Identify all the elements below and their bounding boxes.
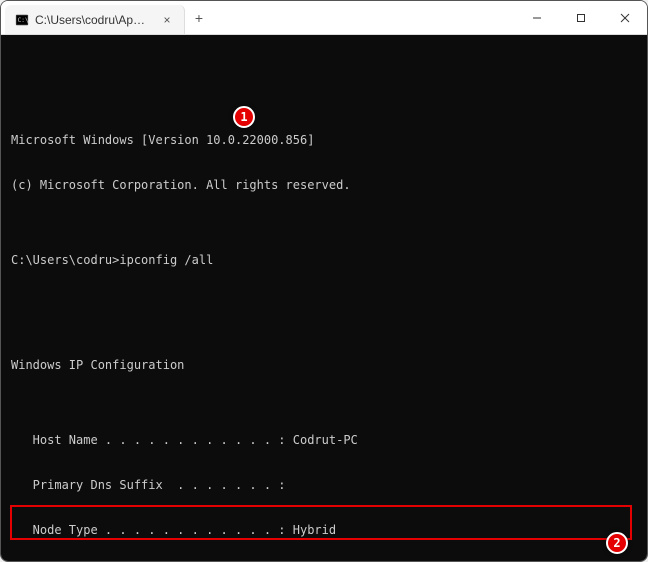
maximize-button[interactable] [559, 1, 603, 34]
tab-close-button[interactable]: × [160, 13, 174, 27]
term-prompt-line: C:\Users\codru>ipconfig /all [11, 253, 637, 268]
tab-title: C:\Users\codru\AppData\Roa [35, 13, 150, 27]
close-button[interactable] [603, 1, 647, 34]
titlebar-drag-area[interactable] [213, 1, 515, 34]
term-line: Primary Dns Suffix . . . . . . . : [11, 478, 637, 493]
annotation-callout-2: 2 [606, 532, 628, 554]
terminal-window: C:\ C:\Users\codru\AppData\Roa × + 1 2 M… [0, 0, 648, 562]
term-line: Host Name . . . . . . . . . . . . : Codr… [11, 433, 637, 448]
prompt-path: C:\Users\codru> [11, 253, 119, 267]
cmd-icon: C:\ [15, 13, 29, 27]
annotation-callout-1: 1 [233, 106, 255, 128]
new-tab-button[interactable]: + [185, 1, 213, 34]
term-line: Node Type . . . . . . . . . . . . : Hybr… [11, 523, 637, 538]
svg-text:C:\: C:\ [18, 16, 29, 23]
minimize-button[interactable] [515, 1, 559, 34]
tab-active[interactable]: C:\ C:\Users\codru\AppData\Roa × [5, 5, 185, 34]
term-line: Microsoft Windows [Version 10.0.22000.85… [11, 133, 637, 148]
window-controls [515, 1, 647, 34]
term-line: (c) Microsoft Corporation. All rights re… [11, 178, 637, 193]
terminal-body[interactable]: 1 2 Microsoft Windows [Version 10.0.2200… [1, 35, 647, 561]
term-section-header: Windows IP Configuration [11, 358, 637, 373]
prompt-command: ipconfig /all [119, 253, 213, 267]
titlebar: C:\ C:\Users\codru\AppData\Roa × + [1, 1, 647, 35]
